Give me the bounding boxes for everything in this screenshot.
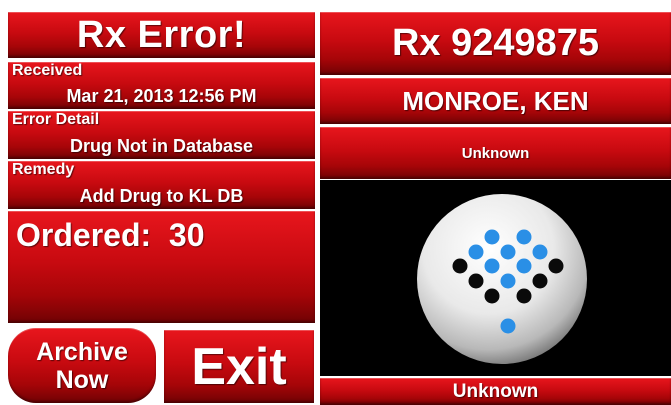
remedy-panel: Remedy Add Drug to KL DB (8, 161, 315, 209)
ordered-quantity: Ordered: 30 (16, 217, 205, 253)
bottom-status: Unknown (452, 380, 539, 402)
rx-number: Rx 9249875 (391, 22, 600, 64)
pill-display (320, 180, 671, 376)
top-status: Unknown (461, 144, 530, 162)
received-value: Mar 21, 2013 12:56 PM (66, 86, 257, 106)
ordered-panel: Ordered: 30 (8, 211, 315, 323)
now-label: Now (55, 365, 109, 394)
error-title-banner: Rx Error! (8, 12, 315, 58)
pill-image (417, 194, 587, 364)
remedy-label: Remedy (12, 161, 75, 178)
error-detail-panel: Error Detail Drug Not in Database (8, 111, 315, 159)
patient-name-banner: MONROE, KEN (320, 78, 671, 124)
received-label: Received (12, 62, 83, 79)
bottom-status-bar: Unknown (320, 378, 671, 405)
top-status-bar: Unknown (320, 127, 671, 179)
exit-label: Exit (191, 337, 287, 396)
received-panel: Received Mar 21, 2013 12:56 PM (8, 62, 315, 109)
archive-now-button[interactable]: Archive Now (8, 328, 156, 403)
archive-label: Archive (36, 337, 128, 366)
exit-button[interactable]: Exit (164, 330, 314, 403)
rx-number-banner: Rx 9249875 (320, 12, 671, 75)
patient-name: MONROE, KEN (402, 85, 589, 116)
error-detail-value: Drug Not in Database (69, 136, 254, 156)
error-title: Rx Error! (76, 13, 247, 56)
remedy-value: Add Drug to KL DB (79, 186, 244, 206)
error-detail-label: Error Detail (12, 111, 100, 128)
